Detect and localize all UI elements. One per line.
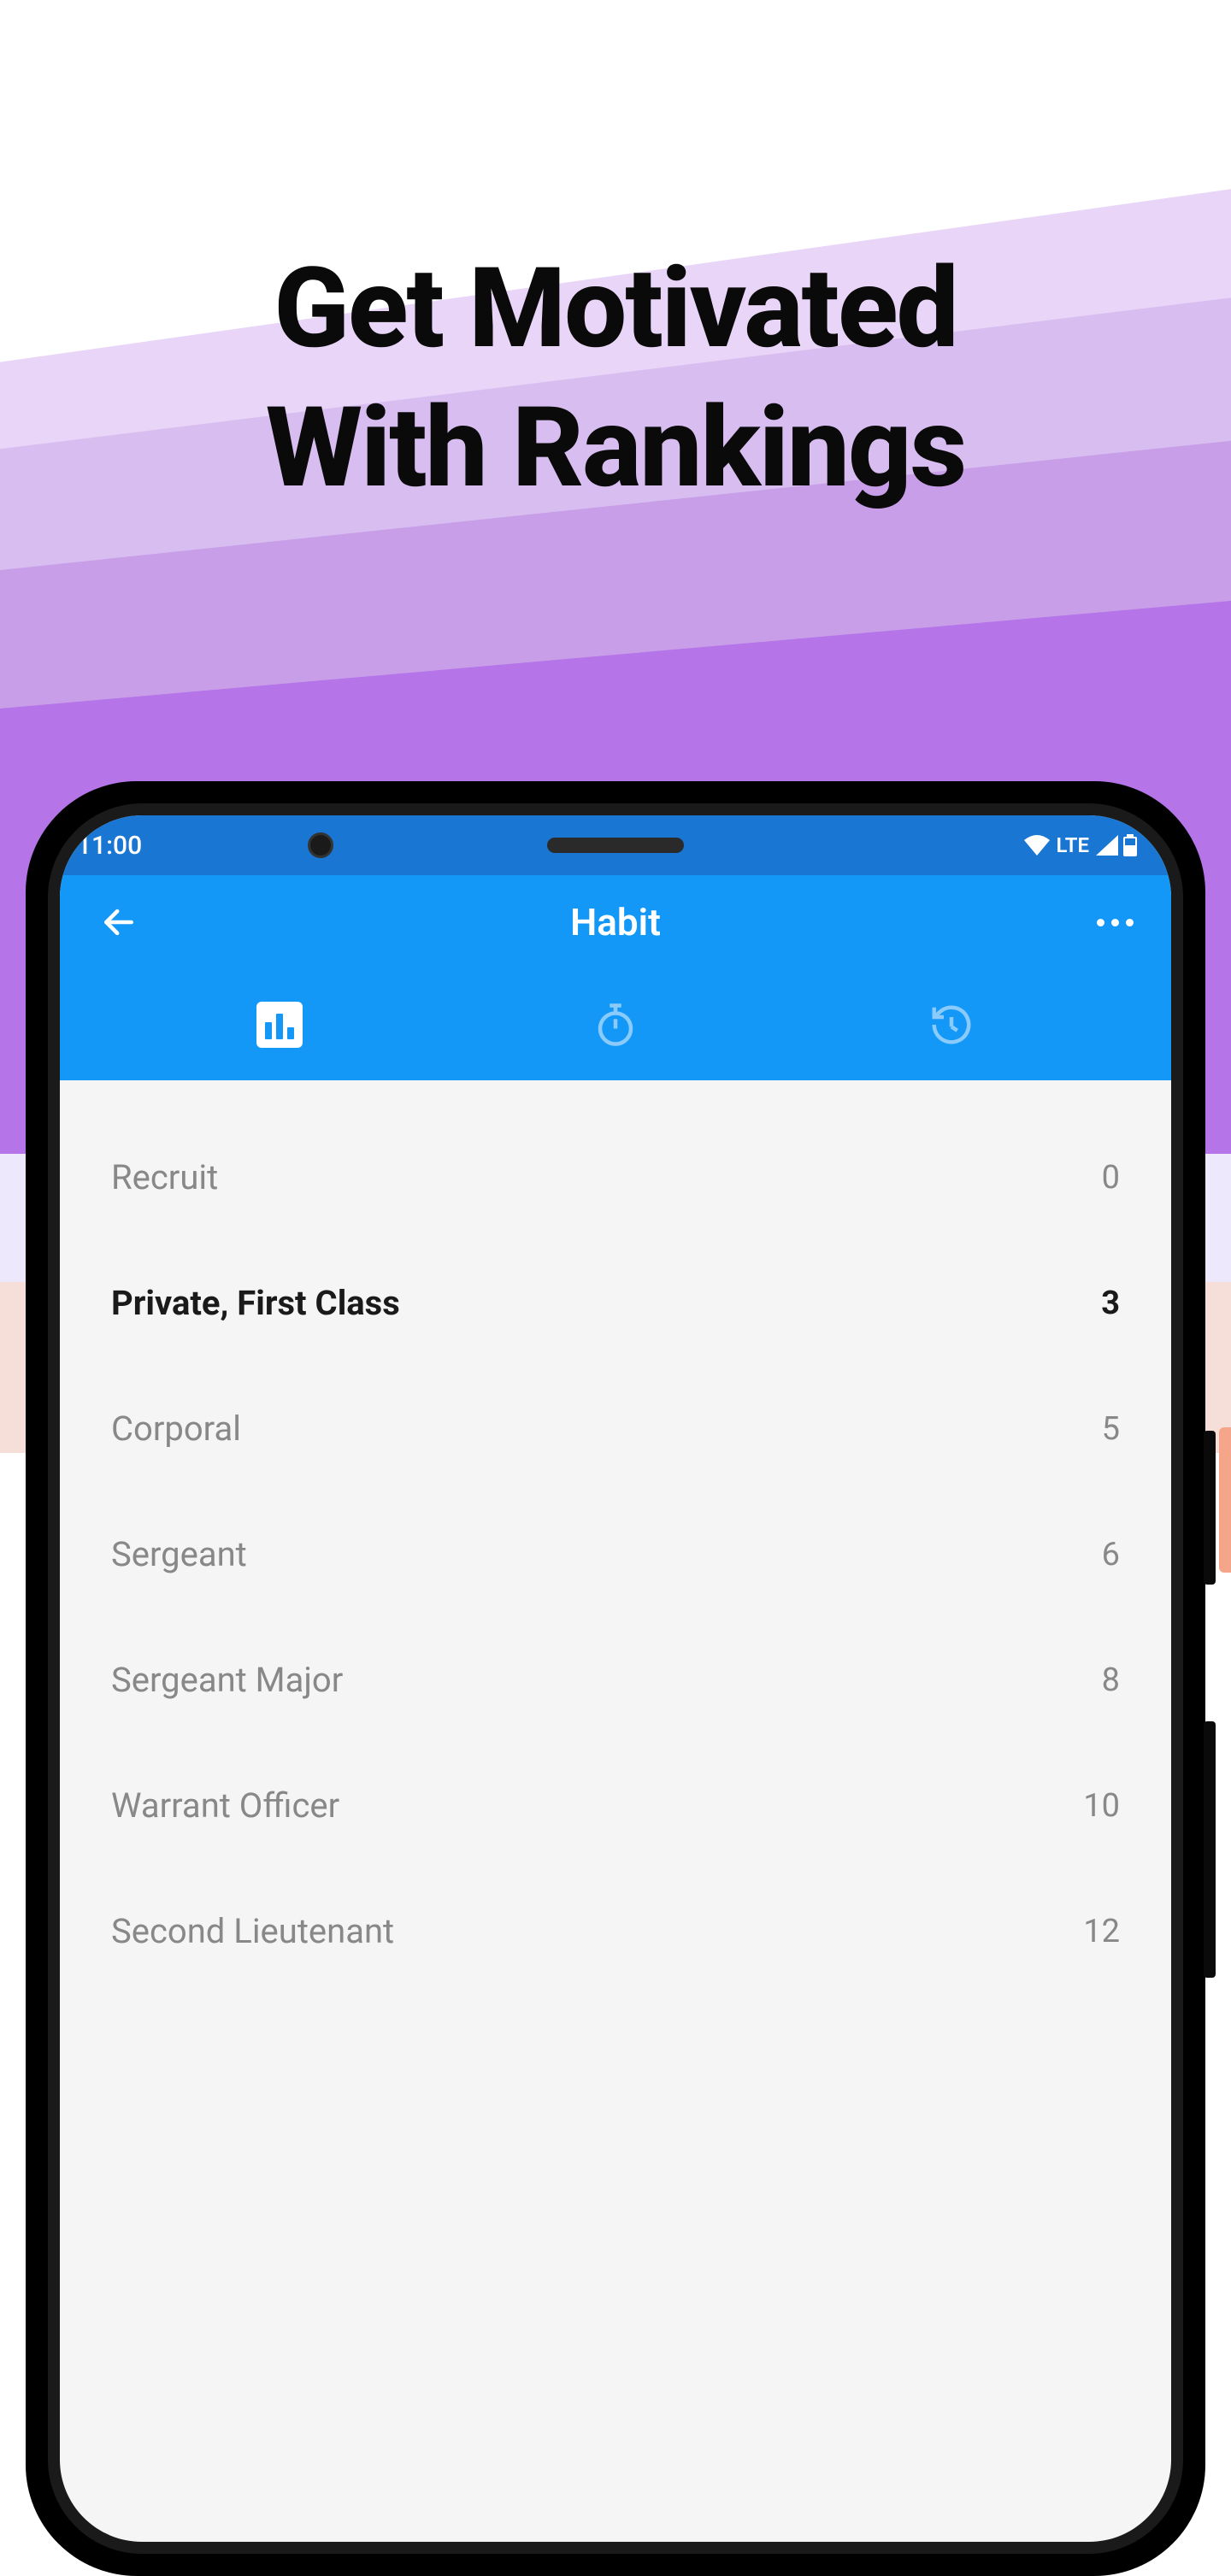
ranking-name: Second Lieutenant (111, 1911, 394, 1951)
back-button[interactable] (97, 901, 140, 944)
battery-icon (1123, 834, 1137, 856)
history-icon (928, 1002, 975, 1048)
ranking-item[interactable]: Private, First Class 3 (94, 1240, 1137, 1366)
tab-bar (60, 969, 1171, 1080)
ranking-name: Private, First Class (111, 1283, 400, 1323)
ranking-value: 0 (1102, 1159, 1120, 1197)
page-title: Habit (570, 900, 661, 944)
accent-indicator (1219, 1427, 1231, 1573)
ranking-name: Corporal (111, 1409, 241, 1449)
headline-line-1: Get Motivated (0, 239, 1231, 379)
arrow-left-icon (100, 903, 138, 941)
ranking-value: 5 (1102, 1410, 1120, 1448)
phone-frame: 11:00 LTE (26, 781, 1205, 2576)
tab-history[interactable] (926, 999, 977, 1050)
status-icons: LTE (1024, 833, 1137, 857)
dots-icon (1097, 919, 1104, 926)
phone-volume-button (1204, 1721, 1216, 1978)
stopwatch-icon (592, 1002, 639, 1048)
ranking-item[interactable]: Corporal 5 (94, 1366, 1137, 1491)
rankings-list: Recruit 0 Private, First Class 3 Corpora… (60, 1080, 1171, 1994)
bar-chart-icon (256, 1002, 303, 1048)
more-menu-button[interactable] (1097, 919, 1134, 926)
ranking-name: Warrant Officer (111, 1785, 339, 1826)
signal-icon (1096, 835, 1118, 856)
ranking-value: 12 (1083, 1913, 1120, 1950)
tab-timer[interactable] (590, 999, 641, 1050)
ranking-value: 6 (1102, 1536, 1120, 1573)
ranking-name: Recruit (111, 1157, 218, 1197)
network-label: LTE (1057, 833, 1089, 857)
ranking-item[interactable]: Recruit 0 (94, 1115, 1137, 1240)
phone-speaker (547, 838, 684, 853)
ranking-value: 3 (1101, 1285, 1120, 1322)
promo-headline: Get Motivated With Rankings (0, 239, 1231, 517)
ranking-value: 8 (1102, 1661, 1120, 1699)
ranking-name: Sergeant (111, 1534, 247, 1574)
ranking-item[interactable]: Warrant Officer 10 (94, 1743, 1137, 1868)
app-header: Habit (60, 875, 1171, 969)
phone-bezel: 11:00 LTE (48, 803, 1183, 2554)
tab-rankings[interactable] (254, 999, 305, 1050)
ranking-item[interactable]: Sergeant Major 8 (94, 1617, 1137, 1743)
phone-screen: 11:00 LTE (60, 815, 1171, 2542)
status-time: 11:00 (77, 831, 142, 861)
phone-power-button (1204, 1431, 1216, 1585)
ranking-item[interactable]: Second Lieutenant 12 (94, 1868, 1137, 1994)
ranking-name: Sergeant Major (111, 1660, 343, 1700)
headline-line-2: With Rankings (0, 379, 1231, 518)
ranking-value: 10 (1083, 1787, 1120, 1825)
ranking-item[interactable]: Sergeant 6 (94, 1491, 1137, 1617)
phone-camera (308, 832, 333, 858)
wifi-icon (1024, 835, 1050, 856)
